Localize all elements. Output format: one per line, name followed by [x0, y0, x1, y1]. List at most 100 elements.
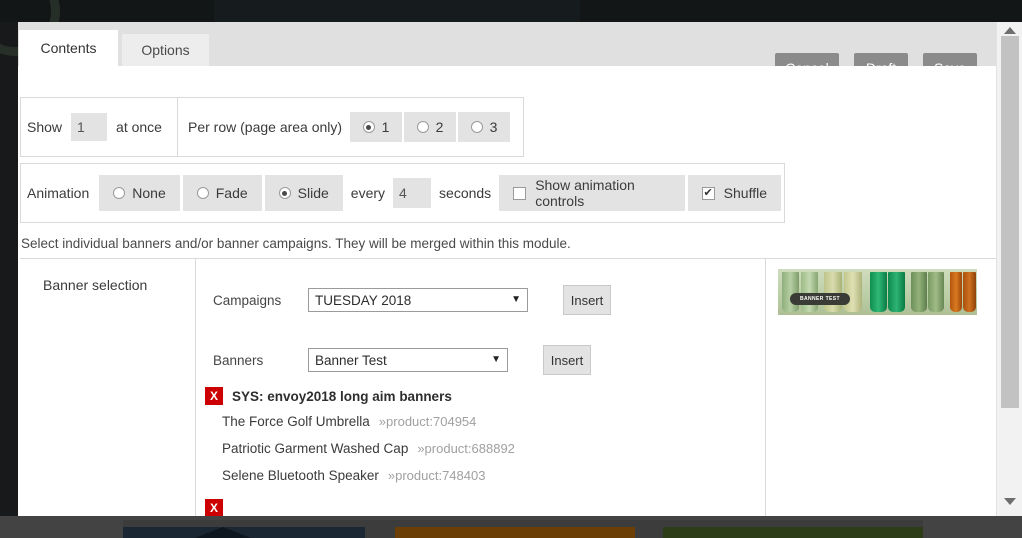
selected-banner-list: X SYS: envoy2018 long aim banners The Fo… — [205, 387, 745, 516]
show-label: Show — [27, 119, 63, 135]
insert-banner-button[interactable]: Insert — [543, 345, 591, 375]
preview-cup — [963, 272, 976, 312]
banner-selection-form-column: Campaigns TUESDAY 2018 ▼ Insert Banners … — [197, 259, 766, 516]
tab-contents[interactable]: Contents — [19, 30, 118, 66]
radio-unselected-icon — [470, 121, 483, 133]
tab-options[interactable]: Options — [122, 34, 209, 66]
radio-selected-icon — [362, 121, 375, 133]
vertical-scrollbar-thumb[interactable] — [1001, 36, 1019, 408]
preview-cup — [950, 272, 962, 312]
animation-seconds-label: seconds — [439, 185, 492, 201]
show-suffix-label: at once — [116, 119, 162, 135]
banner-selection-title: Banner selection — [43, 277, 148, 293]
banner-item-reference: »product:688892 — [417, 441, 515, 456]
insert-campaign-button[interactable]: Insert — [563, 285, 611, 315]
insert-campaign-label: Insert — [570, 292, 604, 308]
animation-option-fade[interactable]: Fade — [182, 175, 262, 211]
campaigns-label: Campaigns — [213, 292, 282, 308]
show-count-field: Show at once — [21, 98, 178, 156]
animation-label: Animation — [27, 185, 90, 201]
preview-cup — [870, 272, 887, 312]
remove-banner-label: X — [209, 501, 218, 515]
dialog-tabstrip: Contents Options Cancel Draft Save — [18, 22, 1022, 83]
show-animation-controls-label: Show animation controls — [535, 177, 635, 209]
preview-cup — [911, 272, 927, 312]
shuffle-label: Shuffle — [723, 185, 767, 201]
vertical-scrollbar[interactable] — [996, 22, 1022, 516]
remove-campaign-button[interactable]: X — [205, 387, 223, 405]
campaigns-select-value: TUESDAY 2018 — [315, 292, 412, 308]
banner-preview-column: BANNER TEST — [767, 259, 996, 516]
banners-select-value: Banner Test — [315, 352, 387, 368]
tab-contents-label: Contents — [40, 40, 97, 56]
preview-badge: BANNER TEST — [790, 293, 850, 305]
chevron-down-icon: ▼ — [491, 354, 501, 365]
panel-description: Select individual banners and/or banner … — [21, 236, 571, 251]
radio-selected-icon — [278, 187, 291, 199]
shuffle-checkbox[interactable]: ✔ Shuffle — [687, 175, 781, 211]
per-row-option-2-label: 2 — [435, 119, 444, 135]
background-card-3 — [663, 527, 923, 538]
radio-unselected-icon — [416, 121, 429, 133]
animation-option-none[interactable]: None — [99, 175, 180, 211]
preview-badge-label: BANNER TEST — [800, 296, 840, 302]
banner-item-name: Patriotic Garment Washed Cap — [222, 441, 409, 456]
per-row-option-3[interactable]: 3 — [458, 112, 511, 142]
banner-item-name: The Force Golf Umbrella — [222, 414, 370, 429]
radio-unselected-icon — [196, 187, 209, 199]
preview-cup — [928, 272, 944, 312]
per-row-option-1[interactable]: 1 — [350, 112, 403, 142]
per-row-radio-group: 1 2 3 — [350, 112, 511, 142]
checkbox-unchecked-icon — [513, 186, 527, 200]
animation-option-none-label: None — [132, 185, 166, 201]
banner-item-reference: »product:748403 — [387, 468, 486, 483]
animation-option-fade-label: Fade — [215, 185, 248, 201]
insert-banner-label: Insert — [550, 352, 584, 368]
preview-cup — [844, 272, 862, 312]
campaigns-field-row: Campaigns TUESDAY 2018 ▼ Insert — [213, 285, 611, 315]
campaigns-select[interactable]: TUESDAY 2018 ▼ — [308, 288, 528, 312]
list-item: X SYS: envoy2018 long aim banners — [205, 387, 745, 405]
show-count-input[interactable] — [71, 113, 108, 141]
per-row-option-1-label: 1 — [381, 119, 390, 135]
show-animation-controls-checkbox[interactable]: Show animation controls — [499, 175, 685, 211]
scroll-up-arrow-icon[interactable] — [1004, 27, 1016, 34]
tab-options-label: Options — [141, 42, 190, 58]
display-settings-row: Show at once Per row (page area only) 1 … — [20, 97, 524, 157]
preview-cup — [888, 272, 905, 312]
remove-campaign-label: X — [209, 389, 218, 403]
animation-settings-row: Animation None Fade Slide every seconds … — [20, 163, 785, 223]
banner-selection-panel: Banner selection Campaigns TUESDAY 2018 … — [20, 258, 996, 516]
animation-seconds-input[interactable] — [393, 178, 432, 208]
preview-cup — [801, 272, 818, 312]
banner-preview-thumbnail[interactable]: BANNER TEST — [778, 269, 977, 315]
remove-banner-button[interactable]: X — [205, 499, 223, 516]
animation-every-label: every — [350, 185, 386, 201]
banners-select[interactable]: Banner Test ▼ — [308, 348, 508, 372]
background-card-2 — [395, 527, 635, 538]
animation-option-slide-label: Slide — [297, 185, 329, 201]
banners-field-row: Banners Banner Test ▼ Insert — [213, 345, 591, 375]
checkbox-checked-icon: ✔ — [701, 186, 715, 200]
banners-label: Banners — [213, 352, 264, 368]
banner-item-name: Selene Bluetooth Speaker — [222, 468, 379, 483]
preview-cup — [782, 272, 799, 312]
dialog-body: Show at once Per row (page area only) 1 … — [18, 66, 996, 516]
module-editor-dialog: Contents Options Cancel Draft Save Show … — [18, 22, 1022, 516]
animation-option-slide[interactable]: Slide — [264, 175, 343, 211]
per-row-option-2[interactable]: 2 — [404, 112, 457, 142]
list-item: Selene Bluetooth Speaker »product:748403 — [222, 468, 745, 483]
banner-item-reference: »product:704954 — [378, 414, 477, 429]
preview-cup — [824, 272, 842, 312]
per-row-option-3-label: 3 — [489, 119, 498, 135]
campaign-group-title: SYS: envoy2018 long aim banners — [232, 388, 452, 404]
scroll-down-arrow-icon[interactable] — [1004, 498, 1016, 505]
banner-selection-label-column: Banner selection — [20, 259, 196, 516]
per-row-label: Per row (page area only) — [188, 119, 343, 135]
list-item: Patriotic Garment Washed Cap »product:68… — [222, 441, 745, 456]
background-card-1-shape — [195, 527, 251, 538]
radio-unselected-icon — [113, 187, 126, 199]
chevron-down-icon: ▼ — [511, 294, 521, 305]
list-item: The Force Golf Umbrella »product:704954 — [222, 414, 745, 429]
per-row-field: Per row (page area only) 1 2 3 — [178, 98, 523, 156]
